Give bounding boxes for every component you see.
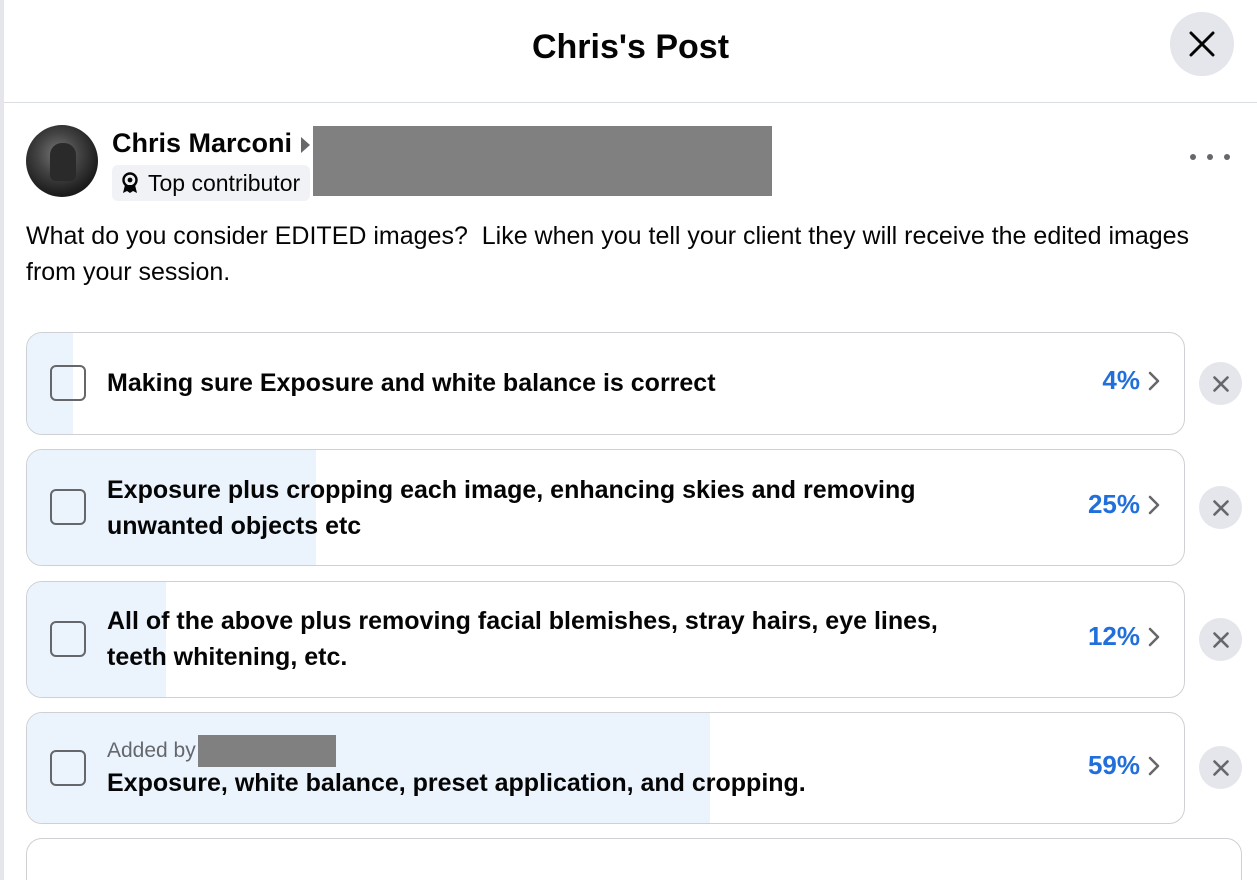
more-options-icon[interactable] xyxy=(1190,147,1230,167)
poll-option-text: Exposure plus cropping each image, enhan… xyxy=(107,476,916,540)
background-edge xyxy=(0,0,4,880)
remove-option-button[interactable] xyxy=(1199,618,1242,661)
remove-option-button[interactable] xyxy=(1199,746,1242,789)
modal-header: Chris's Post xyxy=(4,0,1257,103)
remove-option-button[interactable] xyxy=(1199,486,1242,529)
poll-percent[interactable]: 4% xyxy=(1102,365,1160,396)
award-icon xyxy=(122,172,138,193)
poll-checkbox[interactable] xyxy=(50,365,86,401)
avatar[interactable] xyxy=(26,125,98,197)
poll-percent[interactable]: 59% xyxy=(1088,750,1160,781)
poll-percent-value: 25% xyxy=(1087,489,1140,519)
poll-option[interactable]: All of the above plus removing facial bl… xyxy=(26,581,1185,698)
remove-option-button[interactable] xyxy=(1199,362,1242,405)
chevron-right-icon xyxy=(1148,756,1160,775)
poll-percent-value: 4% xyxy=(1102,365,1140,395)
chevron-right-icon xyxy=(1148,495,1160,514)
poll-option-text: Exposure, white balance, preset applicat… xyxy=(107,769,806,797)
poll-percent-value: 59% xyxy=(1087,750,1140,780)
post-text: What do you consider EDITED images? Like… xyxy=(26,222,1197,286)
remove-icon xyxy=(1212,631,1229,648)
poll-option[interactable]: Making sure Exposure and white balance i… xyxy=(26,332,1185,435)
poll-percent[interactable]: 25% xyxy=(1088,489,1160,520)
badge-label: Top contributor xyxy=(148,169,301,196)
redacted-name xyxy=(197,735,336,767)
post-author-row: Chris Marconi Top contributor xyxy=(26,125,1236,201)
poll-option[interactable]: Exposure plus cropping each image, enhan… xyxy=(26,449,1185,566)
caret-right-icon xyxy=(301,137,310,153)
avatar-photo xyxy=(50,143,76,181)
poll-option-text: Making sure Exposure and white balance i… xyxy=(107,369,716,397)
add-option-input[interactable] xyxy=(26,838,1242,880)
modal-title: Chris's Post xyxy=(531,28,730,66)
added-by-text: Added by xyxy=(107,739,196,762)
remove-icon xyxy=(1212,499,1229,516)
poll-percent-value: 12% xyxy=(1087,621,1140,651)
poll-checkbox[interactable] xyxy=(50,750,86,786)
chevron-right-icon xyxy=(1148,627,1160,646)
post-modal: Chris's Post Chris Marconi Top contribut… xyxy=(0,0,1257,880)
remove-icon xyxy=(1212,759,1229,776)
poll-option-text: All of the above plus removing facial bl… xyxy=(107,607,938,671)
close-button[interactable] xyxy=(1170,12,1234,76)
close-icon xyxy=(1189,31,1215,57)
added-by-label: Added by xyxy=(107,735,336,767)
top-contributor-badge[interactable]: Top contributor xyxy=(112,165,311,201)
poll-option[interactable]: Added by Exposure, white balance, preset… xyxy=(26,712,1185,824)
poll-checkbox[interactable] xyxy=(50,621,86,657)
poll-percent[interactable]: 12% xyxy=(1088,621,1160,652)
redacted-block xyxy=(313,126,772,196)
poll-checkbox[interactable] xyxy=(50,489,86,525)
remove-icon xyxy=(1212,375,1229,392)
author-name[interactable]: Chris Marconi xyxy=(112,128,292,159)
chevron-right-icon xyxy=(1148,371,1160,390)
